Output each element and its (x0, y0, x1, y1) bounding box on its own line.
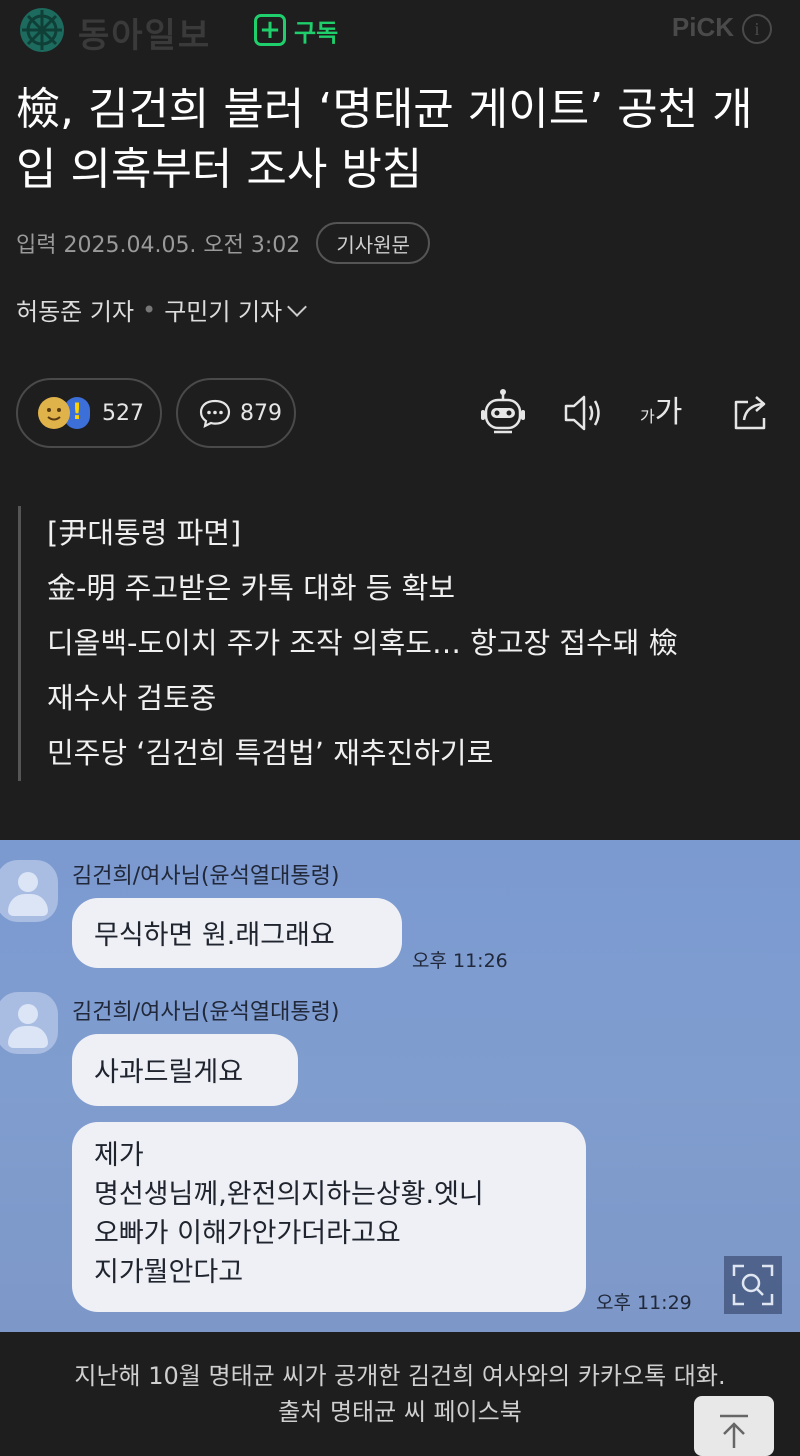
avatar (0, 860, 58, 922)
chat-bubble: 사과드릴게요 (72, 1034, 298, 1106)
original-article-button[interactable]: 기사원문 (316, 222, 430, 264)
article-photo[interactable]: 김건희/여사님(윤석열대통령) 무식하면 원.래그래요 오후 11:26 김건희… (0, 840, 800, 1332)
summary-line: 민주당 ‘김건희 특검법’ 재추진하기로 (47, 736, 494, 770)
press-logo-icon[interactable] (18, 6, 66, 54)
article-summary: [尹대통령 파면] 金-明 주고받은 카톡 대화 등 확보 디올백-도이치 주가… (18, 506, 778, 781)
chat-bubble: 제가 명선생님께,완전의지하는상황.엣니 오빠가 이해가안가더라고요 지가뭘안다… (72, 1122, 586, 1312)
caption-line: 출처 명태균 씨 페이스북 (278, 1398, 522, 1426)
summary-line: 金-明 주고받은 카톡 대화 등 확보 (47, 571, 456, 605)
comment-count: 879 (240, 400, 282, 426)
reporter-list[interactable]: 허동준 기자 • 구민기 기자 (16, 292, 308, 327)
emoji-smile-icon (38, 397, 70, 429)
subscribe-label: 구독 (294, 18, 339, 47)
chat-time: 오후 11:29 (596, 1292, 692, 1314)
reporter-name[interactable]: 구민기 기자 (164, 292, 282, 327)
article-meta: 입력 2025.04.05. 오전 3:02 기사원문 (16, 222, 430, 264)
summary-line: [尹대통령 파면] (47, 516, 242, 550)
chat-line: 제가 (94, 1140, 144, 1171)
chat-line: 오빠가 이해가안가더라고요 (94, 1218, 401, 1249)
chevron-down-icon[interactable] (287, 296, 308, 317)
font-size-small-label: 가 (640, 407, 655, 426)
separator: • (142, 295, 157, 324)
reaction-button[interactable]: ! 527 (16, 378, 162, 448)
article-title: 檢, 김건희 불러 ‘명태균 게이트’ 공천 개입 의혹부터 조사 방침 (16, 84, 753, 195)
comment-button[interactable]: 879 (176, 378, 296, 448)
chat-time: 오후 11:26 (412, 950, 508, 972)
speaker-icon[interactable] (562, 388, 604, 438)
summary-line: 디올백-도이치 주가 조작 의혹도… 항고장 접수돼 檢 (47, 626, 678, 660)
article-date: 입력 2025.04.05. 오전 3:02 (16, 233, 301, 258)
comment-icon (199, 399, 231, 428)
plus-icon: + (254, 14, 286, 46)
summary-line: 재수사 검토중 (47, 681, 217, 715)
info-icon[interactable]: i (742, 14, 772, 44)
reaction-count: 527 (102, 400, 144, 426)
chat-bubble: 무식하면 원.래그래요 (72, 898, 402, 968)
subscribe-button[interactable]: + 구독 (254, 12, 338, 48)
share-icon[interactable] (730, 388, 772, 438)
chat-line: 지가뭘안다고 (94, 1257, 244, 1288)
chat-sender: 김건희/여사님(윤석열대통령) (72, 864, 340, 889)
chat-sender: 김건희/여사님(윤석열대통령) (72, 1000, 340, 1025)
photo-caption: 지난해 10월 명태균 씨가 공개한 김건희 여사와의 카카오톡 대화. 출처 … (0, 1358, 800, 1430)
caption-line: 지난해 10월 명태균 씨가 공개한 김건희 여사와의 카카오톡 대화. (74, 1362, 726, 1390)
chat-line: 명선생님께,완전의지하는상황.엣니 (94, 1179, 484, 1210)
font-size-button[interactable]: 가가 (640, 388, 682, 438)
top-bar: 동아일보 + 구독 PiCK i (0, 0, 800, 62)
zoom-icon[interactable] (724, 1256, 782, 1314)
avatar (0, 992, 58, 1054)
press-name[interactable]: 동아일보 (78, 8, 211, 57)
reporter-name[interactable]: 허동준 기자 (16, 292, 134, 327)
font-size-large-label: 가 (654, 395, 683, 430)
pick-label: PiCK (671, 12, 734, 42)
arrow-up-icon[interactable] (694, 1396, 774, 1456)
robot-icon[interactable] (480, 388, 526, 438)
